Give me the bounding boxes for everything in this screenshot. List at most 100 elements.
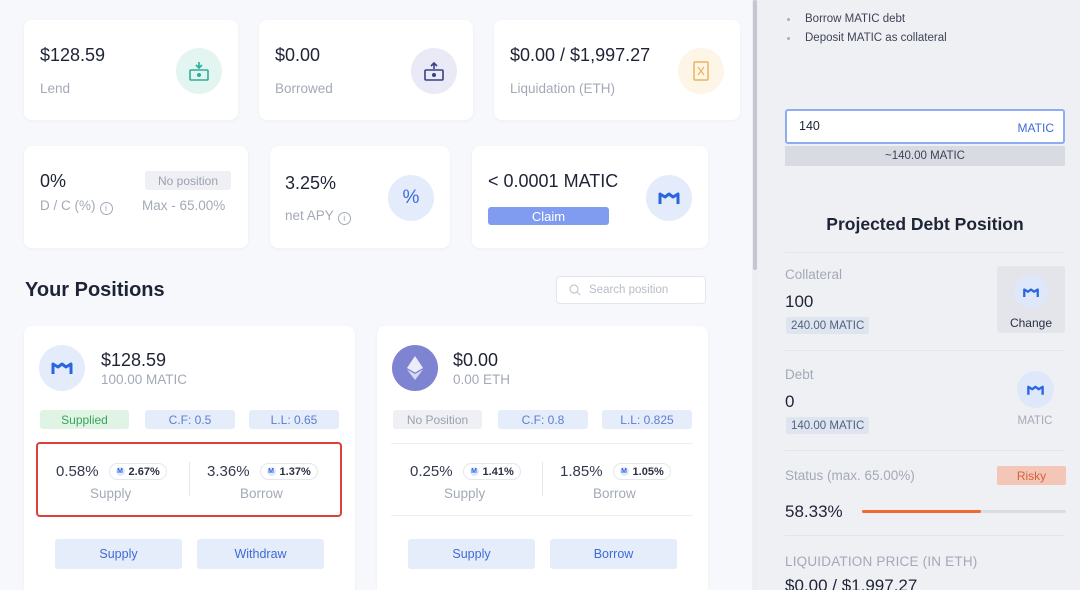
position-amount: 100.00 MATIC: [101, 372, 188, 387]
supply-label: Supply: [90, 486, 132, 501]
info-icon[interactable]: i: [337, 211, 351, 225]
collateral-value: 100: [785, 292, 814, 311]
ll-badge: L.L: 0.65: [249, 410, 339, 429]
borrow-label: Borrow: [240, 486, 283, 501]
amount-hint: ~140.00 MATIC: [785, 146, 1065, 166]
borrow-rate-value: 1.85%: [560, 463, 603, 480]
lend-label: Lend: [40, 81, 71, 96]
projected-title: Projected Debt Position: [826, 214, 1024, 234]
supply-rate: 0.58% M 2.67%: [56, 463, 167, 480]
positions-title: Your Positions: [25, 279, 165, 301]
ll-badge: L.L: 0.825: [602, 410, 692, 429]
apy-label: net APY: [285, 208, 334, 223]
cf-badge: C.F: 0.5: [145, 410, 235, 429]
percent-icon: %: [388, 175, 434, 221]
dc-card: 0% D / C (%) i No position Max - 65.00%: [24, 146, 248, 248]
supply-button[interactable]: Supply: [55, 539, 182, 569]
reward-value: < 0.0001 MATIC: [488, 171, 619, 191]
supply-bonus-value: 1.41%: [482, 465, 514, 478]
amount-input[interactable]: [799, 119, 979, 133]
scrollbar-thumb[interactable]: [753, 0, 757, 270]
matic-icon: M: [469, 467, 479, 476]
rates-divider: [542, 462, 543, 496]
rates-divider: [189, 462, 190, 496]
position-value: $0.00: [453, 350, 499, 370]
supply-bonus-value: 2.67%: [128, 465, 160, 478]
claim-button[interactable]: Claim: [488, 207, 609, 225]
status-progress-fill: [862, 510, 981, 513]
matic-icon: [39, 345, 85, 391]
collateral-pill: 240.00 MATIC: [786, 317, 870, 334]
withdraw-button[interactable]: Withdraw: [197, 539, 324, 569]
debt-asset-label: MATIC: [1017, 415, 1053, 427]
borrow-bonus: M 1.05%: [612, 463, 671, 480]
matic-icon: M: [115, 467, 125, 476]
matic-icon: M: [619, 467, 629, 476]
matic-icon: [646, 175, 692, 221]
search-icon: [569, 284, 581, 296]
search-box[interactable]: [556, 276, 706, 304]
amount-unit: MATIC: [1017, 121, 1054, 135]
liquidation-price-value: $0.00 / $1,997.27: [785, 576, 918, 590]
card-divider: [391, 443, 693, 444]
borrow-rate: 1.85% M 1.05%: [560, 463, 671, 480]
amount-input-box[interactable]: MATIC: [785, 109, 1065, 144]
lend-value: $128.59: [40, 45, 106, 65]
info-icon[interactable]: i: [99, 201, 113, 215]
bullet-text: Deposit MATIC as collateral: [805, 32, 947, 44]
debt-pill: 140.00 MATIC: [786, 417, 870, 434]
borrowed-label: Borrowed: [275, 81, 333, 96]
divider: [785, 450, 1065, 451]
borrow-bonus: M 1.37%: [259, 463, 318, 480]
divider: [785, 252, 1065, 253]
matic-icon: [1017, 371, 1054, 408]
lend-icon: [176, 48, 222, 94]
apy-card: 3.25% net APY i %: [270, 146, 450, 248]
borrowed-value: $0.00: [275, 45, 321, 65]
change-button[interactable]: Change: [997, 266, 1065, 333]
supply-rate: 0.25% M 1.41%: [410, 463, 521, 480]
position-amount: 0.00 ETH: [453, 372, 511, 387]
bullet-item: Deposit MATIC as collateral: [787, 32, 947, 44]
receipt-icon: [678, 48, 724, 94]
dc-label: D / C (%): [40, 198, 96, 213]
liquidation-price-label: LIQUIDATION PRICE (IN ETH): [785, 554, 978, 569]
cf-badge: C.F: 0.8: [498, 410, 588, 429]
borrowed-icon: [411, 48, 457, 94]
status-label: Status (max. 65.00%): [785, 468, 915, 483]
ethereum-icon: [392, 345, 438, 391]
liquidation-card: $0.00 / $1,997.27 Liquidation (ETH): [494, 20, 740, 120]
change-label: Change: [1009, 316, 1053, 330]
supply-bonus: M 2.67%: [108, 463, 167, 480]
dc-label-wrap: D / C (%) i: [40, 198, 113, 215]
position-value: $128.59: [101, 350, 167, 370]
supply-label: Supply: [444, 486, 486, 501]
matic-icon: [1014, 275, 1048, 309]
reward-card: < 0.0001 MATIC Claim: [472, 146, 708, 248]
status-value: 58.33%: [785, 502, 843, 521]
borrow-bonus-value: 1.37%: [279, 465, 311, 478]
borrowed-card: $0.00 Borrowed: [259, 20, 473, 120]
borrow-label: Borrow: [593, 486, 636, 501]
supply-button[interactable]: Supply: [408, 539, 535, 569]
borrow-button[interactable]: Borrow: [550, 539, 677, 569]
debt-label: Debt: [785, 367, 814, 382]
supply-rate-value: 0.58%: [56, 463, 99, 480]
search-input[interactable]: [589, 284, 699, 296]
dc-value: 0%: [40, 171, 67, 191]
status-badge: Supplied: [40, 410, 129, 429]
card-divider: [391, 515, 693, 516]
apy-value: 3.25%: [285, 173, 337, 193]
liquidation-label: Liquidation (ETH): [510, 81, 616, 96]
supply-rate-value: 0.25%: [410, 463, 453, 480]
apy-label-wrap: net APY i: [285, 208, 351, 225]
debt-value: 0: [785, 392, 795, 411]
borrow-rate: 3.36% M 1.37%: [207, 463, 318, 480]
bullet-text: Borrow MATIC debt: [805, 13, 906, 25]
liquidation-value: $0.00 / $1,997.27: [510, 45, 651, 65]
risky-badge: Risky: [997, 466, 1066, 485]
borrow-rate-value: 3.36%: [207, 463, 250, 480]
borrow-bonus-value: 1.05%: [632, 465, 664, 478]
supply-bonus: M 1.41%: [462, 463, 521, 480]
status-badge: No Position: [393, 410, 482, 429]
